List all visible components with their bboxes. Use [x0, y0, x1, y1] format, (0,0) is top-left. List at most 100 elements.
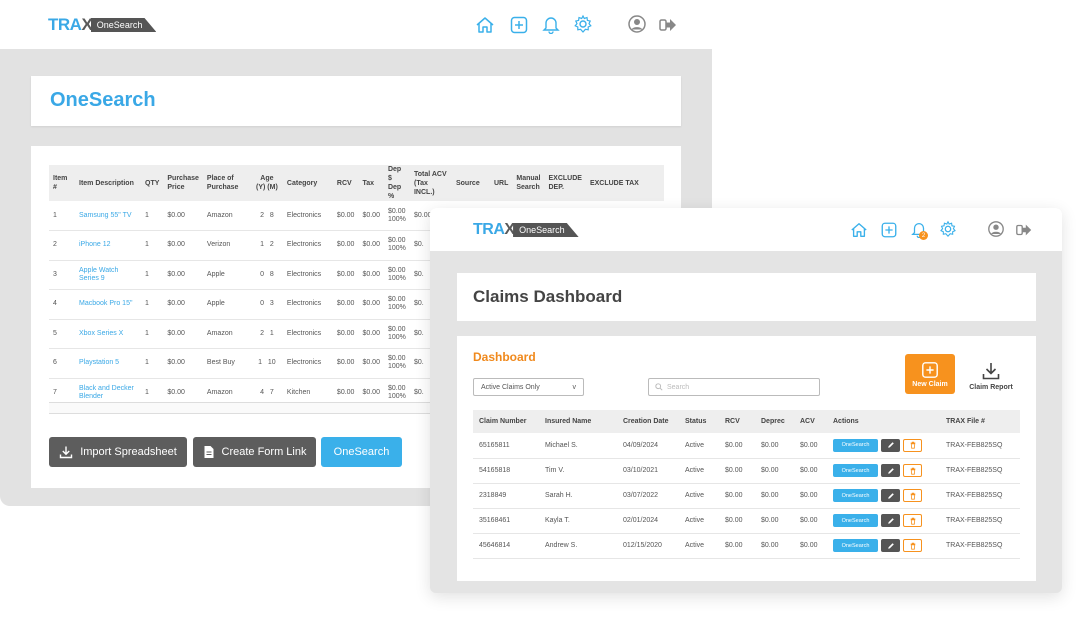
row-onesearch-button[interactable]: OneSearch [833, 464, 878, 477]
claims-filter-select[interactable]: Active Claims Only v [473, 378, 584, 396]
item-dep-amount: $0.00 [387, 384, 406, 392]
row-delete-button[interactable] [903, 464, 922, 477]
table-row[interactable]: 65165811 Michael S. 04/09/2024 Active $0.00 $… [473, 433, 1020, 459]
pencil-icon [887, 442, 894, 449]
item-description-link[interactable]: Playstation 5 [75, 348, 141, 379]
item-place: Apple [202, 260, 251, 290]
item-place: Best Buy [202, 348, 251, 379]
insured-name: Andrew S. [539, 533, 617, 559]
action-group: OneSearch [833, 438, 934, 452]
item-price: $0.00 [163, 260, 203, 290]
item-price: $0.00 [163, 319, 203, 349]
item-qty: 1 [141, 260, 164, 290]
trax-logo[interactable]: TRA X OneSearch [48, 15, 157, 35]
row-onesearch-button[interactable]: OneSearch [833, 514, 878, 527]
item-dep: $0.00 100% [383, 289, 410, 320]
col-status: Status [679, 410, 719, 433]
claim-acv: $0.00 [794, 483, 827, 509]
row-delete-button[interactable] [903, 514, 922, 527]
item-dep-percent: 100% [387, 215, 406, 223]
row-onesearch-button[interactable]: OneSearch [833, 489, 878, 502]
logo-tab-label: OneSearch [90, 18, 157, 32]
onesearch-button[interactable]: OneSearch [321, 437, 402, 467]
download-icon [982, 363, 1000, 380]
col-exclude-dep: EXCLUDE DEP. [544, 165, 586, 201]
claim-actions: OneSearch [827, 458, 940, 484]
home-icon[interactable] [850, 221, 868, 239]
logout-icon[interactable] [658, 15, 678, 35]
onesearch-button-label: OneSearch [333, 446, 390, 458]
item-description-link[interactable]: Samsung 55" TV [75, 201, 141, 231]
item-dep-percent: 100% [387, 245, 406, 253]
row-delete-button[interactable] [903, 489, 922, 502]
top-navbar: TRA X OneSearch 2 [430, 208, 1062, 251]
col-age-sub: (Y) (M) [256, 184, 278, 191]
claim-number: 45646814 [473, 533, 539, 559]
col-total-acv: Total ACV (Tax INCL.) [409, 165, 452, 201]
row-edit-button[interactable] [881, 539, 900, 552]
item-tax: $0.00 [358, 230, 384, 261]
import-spreadsheet-button[interactable]: Import Spreadsheet [49, 437, 187, 467]
item-description-link[interactable]: Macbook Pro 15" [75, 289, 141, 320]
item-description-link[interactable]: Xbox Series X [75, 319, 141, 349]
section-title: Dashboard [473, 350, 536, 364]
item-tax: $0.00 [358, 201, 384, 231]
col-qty: QTY [141, 165, 164, 201]
trash-icon [910, 517, 915, 525]
plus-square-icon[interactable] [509, 15, 529, 35]
claim-acv: $0.00 [794, 533, 827, 559]
trax-file-number: TRAX-FEB825SQ [940, 508, 1020, 534]
row-delete-button[interactable] [903, 539, 922, 552]
table-row[interactable]: 35168461 Kayla T. 02/01/2024 Active $0.00 $0.… [473, 508, 1020, 534]
gear-icon[interactable] [573, 14, 593, 34]
creation-date: 03/07/2022 [617, 483, 679, 509]
item-qty: 1 [141, 289, 164, 320]
item-age-months: 8 [269, 211, 274, 219]
create-form-link-button[interactable]: Create Form Link [193, 437, 316, 467]
claims-dashboard-window: TRA X OneSearch 2 Claims Dashboard Dashb… [430, 208, 1062, 593]
pencil-icon [887, 467, 894, 474]
item-tax: $0.00 [358, 260, 384, 290]
insured-name: Michael S. [539, 433, 617, 459]
logout-icon[interactable] [1015, 221, 1033, 239]
item-age: 0 3 [250, 289, 283, 320]
row-onesearch-button[interactable]: OneSearch [833, 539, 878, 552]
bell-icon[interactable] [541, 14, 561, 34]
new-claim-button[interactable]: New Claim [905, 354, 955, 394]
item-age: 0 8 [250, 260, 283, 290]
plus-square-icon[interactable] [880, 221, 898, 239]
row-edit-button[interactable] [881, 514, 900, 527]
chevron-down-icon: v [572, 383, 577, 391]
item-description-link[interactable]: iPhone 12 [75, 230, 141, 261]
user-circle-icon[interactable] [987, 220, 1005, 238]
item-age-months: 2 [269, 241, 274, 249]
row-onesearch-button[interactable]: OneSearch [833, 438, 878, 452]
gear-icon[interactable] [939, 220, 957, 238]
col-insured-name: Insured Name [539, 410, 617, 433]
item-category: Electronics [282, 289, 333, 320]
item-rcv: $0.00 [332, 260, 359, 290]
item-category: Electronics [282, 260, 333, 290]
table-row[interactable]: 45646814 Andrew S. 012/15/2020 Active $0.00 $… [473, 533, 1020, 559]
item-age: 1 2 [250, 230, 283, 261]
row-delete-button[interactable] [903, 438, 922, 452]
row-edit-button[interactable] [881, 438, 900, 452]
item-number: 1 [49, 201, 75, 231]
row-edit-button[interactable] [881, 489, 900, 502]
claim-rcv: $0.00 [719, 433, 755, 459]
user-circle-icon[interactable] [627, 14, 647, 34]
col-rcv: RCV [719, 410, 755, 433]
trax-logo[interactable]: TRA X OneSearch [473, 221, 579, 239]
table-row[interactable]: 54165818 Tim V. 03/10/2021 Active $0.00 $0.00… [473, 458, 1020, 484]
item-age-months: 8 [269, 270, 274, 278]
table-row[interactable]: 2318849 Sarah H. 03/07/2022 Active $0.00 $0.0… [473, 483, 1020, 509]
item-rcv: $0.00 [332, 348, 359, 379]
item-description-link[interactable]: Apple Watch Series 9 [75, 260, 141, 290]
item-dep-percent: 100% [387, 363, 406, 371]
home-icon[interactable] [475, 15, 495, 35]
row-edit-button[interactable] [881, 464, 900, 477]
claim-deprec: $0.00 [755, 433, 794, 459]
search-input[interactable]: Search [648, 378, 820, 396]
claim-report-button[interactable]: Claim Report [961, 356, 1021, 396]
item-dep-percent: 100% [387, 333, 406, 341]
